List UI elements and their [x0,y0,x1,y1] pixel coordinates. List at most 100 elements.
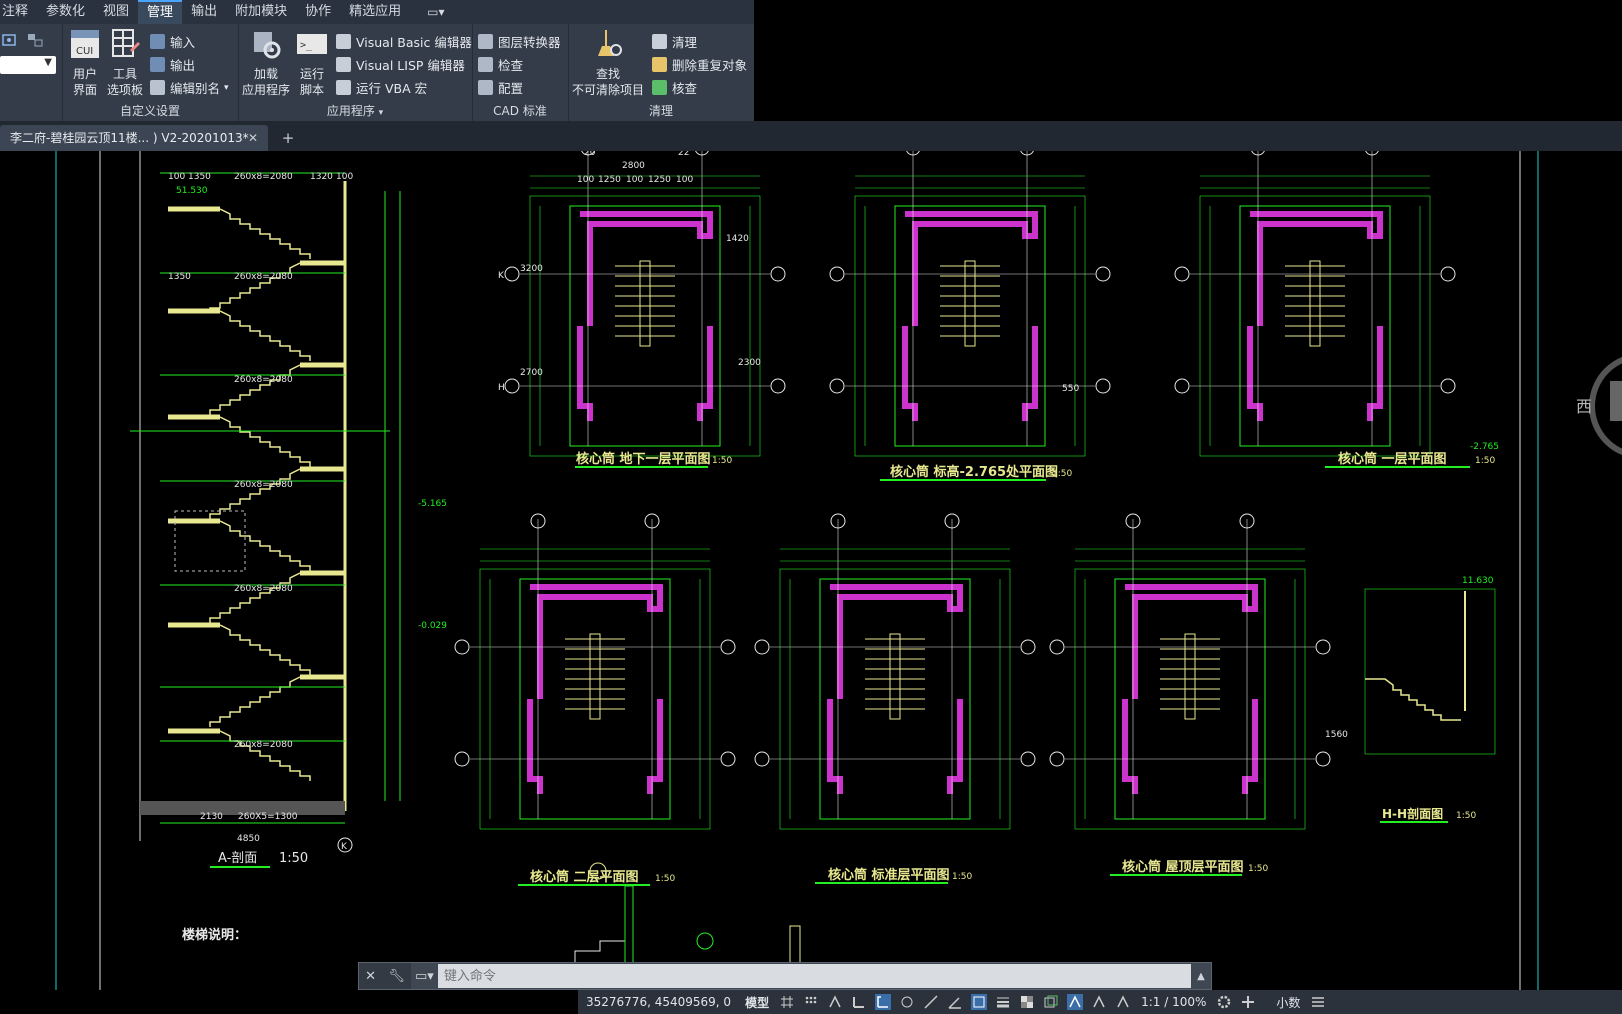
auto-scale-icon[interactable] [1115,994,1131,1010]
workspace-dropdown-icon[interactable]: ▭▾ [418,0,453,24]
snap-icon[interactable] [803,994,819,1010]
level-mark: -0.029 [418,621,447,631]
plan-title: 核心筒 一层平面图 [1338,451,1447,467]
annotation-monitor-icon[interactable] [1067,994,1084,1010]
lisp-editor-button[interactable]: Visual LISP 编辑器 [336,55,465,74]
plan-dim-text: 1250 [598,175,621,185]
tab-addins[interactable]: 附加模块 [226,0,296,24]
find-non-purgeable-button[interactable]: 查找 不可清除项目 [570,28,646,98]
tab-annotate[interactable]: 注释 [0,0,37,24]
isometric-icon[interactable] [899,994,915,1010]
record-icon[interactable] [2,32,18,48]
tool-palettes-button[interactable]: 工具 选项板 [104,28,146,98]
viewcube[interactable]: 西 [1576,351,1622,461]
svg-text:CUI: CUI [76,46,93,57]
annotation-scale-dropdown[interactable]: 1:1 / 100% [1135,995,1212,1009]
plan-title: 核心筒 标准层平面图 [828,867,950,883]
tab-output[interactable]: 输出 [182,0,226,24]
action-tree-icon[interactable] [26,32,44,48]
command-line-controls: ✕ 🔧︎ [359,963,411,989]
command-history-icon[interactable]: ▭▾ [411,969,438,984]
command-input[interactable] [437,964,1191,988]
section-dim-text: 260x8=2080 [234,272,293,282]
object-snap-icon[interactable] [947,994,963,1010]
chevron-up-icon[interactable]: ▲ [1191,971,1211,982]
plan-dim-text: 1250 [648,175,671,185]
section-dim-text: 260x8=2080 [234,740,293,750]
user-interface-button[interactable]: CUI 用户 界面 [66,28,104,98]
model-space-button[interactable]: 模型 [739,994,775,1011]
polar-tracking-icon[interactable] [875,994,892,1010]
plan-title: 核心筒 二层平面图 [530,869,639,885]
infer-constraints-icon[interactable] [827,994,843,1010]
plan-first-floor: 核心筒 一层平面图 1:50 [1175,151,1495,468]
panel-title-cleanup: 清理 [648,104,673,118]
vba-editor-button[interactable]: Visual Basic 编辑器 [336,32,472,51]
tab-featured-apps[interactable]: 精选应用 [340,0,410,24]
check-standards-button[interactable]: 检查 [478,55,523,74]
stair-section-drawing: 100 1350 260x8=2080 1320 100 1350 260x8=… [130,151,401,943]
section-dim-text: 260x8=2080 [234,480,293,490]
layer-translator-button[interactable]: 图层转换器 [478,32,561,51]
selection-cycling-icon[interactable] [1043,994,1059,1010]
workspace-gear-icon[interactable] [1216,994,1232,1010]
customize-menu-icon[interactable] [1310,994,1326,1010]
import-button[interactable]: 输入 [150,32,195,51]
edit-alias-button[interactable]: 编辑别名 ▾ [150,78,229,97]
dynamic-ucs-icon[interactable] [971,994,988,1010]
ortho-icon[interactable] [851,994,867,1010]
coordinate-readout[interactable]: 35276776, 45409569, 0 [578,995,739,1009]
run-vba-macro-button[interactable]: 运行 VBA 宏 [336,78,427,97]
close-tab-icon[interactable]: ✕ [248,125,258,151]
units-button[interactable]: 小数 [1270,994,1306,1011]
broom-search-icon [598,30,622,56]
hh-section-title: H-H剖面图 [1382,806,1443,821]
document-tab-bar: 李二府-碧桂园云顶11楼... ) V2-20201013* ✕ + [0,121,1622,151]
axis-label: K [498,271,505,281]
section-dim-text: 260x8=2080 [234,584,293,594]
object-snap-tracking-icon[interactable] [923,994,939,1010]
plus-icon[interactable] [1240,994,1256,1010]
purge-button[interactable]: 清理 [652,32,697,51]
document-tab[interactable]: 李二府-碧桂园云顶11楼... ) V2-20201013* ✕ [0,125,268,151]
grid-icon[interactable] [779,994,795,1010]
vba-macro-icon [336,80,351,95]
transparency-icon[interactable] [1019,994,1035,1010]
close-icon[interactable]: ✕ [365,969,376,984]
tab-manage[interactable]: 管理 [138,0,183,24]
axis-label: 22 [678,151,689,158]
plan-dim-text: 2300 [738,358,761,368]
annotation-visibility-icon[interactable] [1091,994,1107,1010]
export-button[interactable]: 输出 [150,55,195,74]
load-application-button[interactable]: 加载 应用程序 [240,28,292,98]
axis-label: 20 [584,151,596,158]
panel-title-applications[interactable]: 应用程序 ▾ [238,102,472,119]
plan-title: 核心筒 屋顶层平面图 [1122,859,1244,875]
plan-dim-text: 1420 [726,234,749,244]
section-dim-text: 1320 [310,172,333,182]
export-icon [150,57,165,72]
level-mark: -5.165 [418,499,447,509]
section-dim-text: 1560 [1325,730,1348,740]
tab-parametric[interactable]: 参数化 [37,0,94,24]
plan-scale: 1:50 [712,456,732,466]
overkill-button[interactable]: 删除重复对象 [652,55,747,74]
wrench-icon[interactable]: 🔧︎ [388,969,405,984]
check-standards-icon [478,57,493,72]
drawing-canvas[interactable]: 100 1350 260x8=2080 1320 100 1350 260x8=… [0,151,1622,990]
panel-actions-partial: ▼ [0,24,63,121]
plan-roof-floor: 核心筒 屋顶层平面图 1:50 [1050,514,1330,876]
tab-view[interactable]: 视图 [94,0,138,24]
tab-collaborate[interactable]: 协作 [296,0,340,24]
plan-scale: 1:50 [1248,864,1268,874]
action-macro-dropdown[interactable]: ▼ [0,56,56,74]
plan-title: 核心筒 地下一层平面图 [576,451,711,467]
new-tab-button[interactable]: + [278,127,298,149]
lisp-icon [336,57,351,72]
audit-button[interactable]: 核查 [652,78,697,97]
panel-title-customization: 自定义设置 [119,104,180,118]
lineweight-icon[interactable] [995,994,1011,1010]
run-script-button[interactable]: >_ 运行 脚本 [294,28,330,98]
configure-standards-button[interactable]: 配置 [478,78,523,97]
status-bar: 35276776, 45409569, 0 模型 1:1 / 100% 小数 [578,990,1622,1014]
